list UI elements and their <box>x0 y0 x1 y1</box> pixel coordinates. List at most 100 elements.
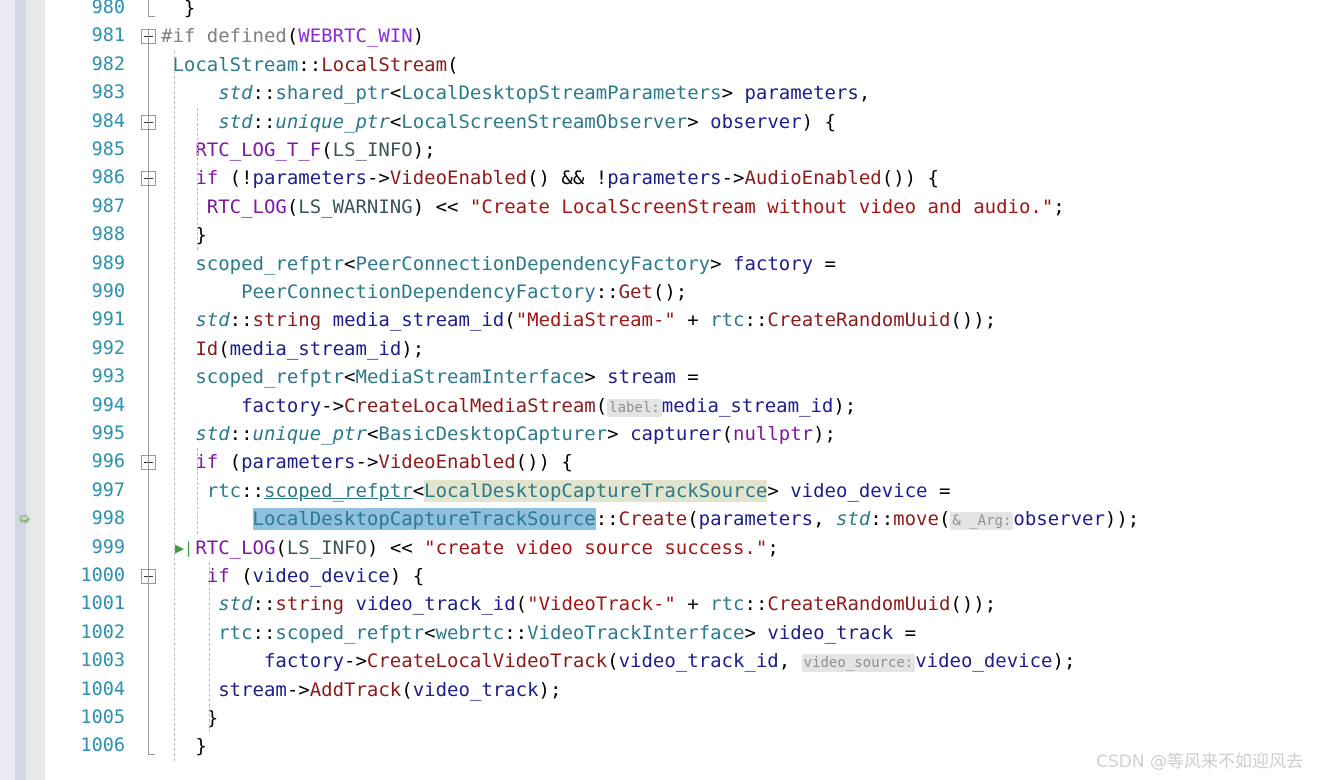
code-token: parameters <box>252 167 367 190</box>
code-token: ); <box>401 337 425 360</box>
code-line[interactable]: PeerConnectionDependencyFactory::Get(); <box>161 278 687 306</box>
code-token: if <box>206 565 230 587</box>
code-token: VideoEnabled <box>378 451 516 474</box>
code-line[interactable]: scoped_refptr<PeerConnectionDependencyFa… <box>161 250 836 278</box>
code-token: nullptr <box>733 423 814 445</box>
code-line[interactable]: RTC_LOG(LS_WARNING) << "Create LocalScre… <box>161 193 1065 221</box>
code-token: ( <box>447 53 459 76</box>
code-line[interactable]: rtc::scoped_refptr<LocalDesktopCaptureTr… <box>161 477 950 505</box>
code-line[interactable]: #if defined(WEBRTC_WIN) <box>161 22 424 50</box>
code-content-area[interactable]: } #if defined(WEBRTC_WIN) LocalStream::Lo… <box>161 0 1319 780</box>
code-token: scoped_refptr <box>195 366 345 389</box>
code-token: #if defined <box>161 25 287 48</box>
code-token: } <box>161 0 196 19</box>
run-to-cursor-icon[interactable]: ▶| <box>175 534 193 562</box>
code-token: :: <box>504 621 528 644</box>
line-number: 986 <box>91 167 125 189</box>
code-token: "VideoTrack-" <box>527 593 676 616</box>
code-token: CreateRandomUuid <box>767 309 951 332</box>
code-token: > <box>710 252 733 275</box>
code-line[interactable]: } <box>161 221 206 249</box>
code-token: + <box>675 593 711 616</box>
code-line[interactable]: RTC_LOG(LS_INFO) << "create video source… <box>161 534 778 562</box>
code-line[interactable]: std::shared_ptr<LocalDesktopStreamParame… <box>161 79 870 107</box>
code-line[interactable]: if (!parameters->VideoEnabled() && !para… <box>161 164 939 192</box>
code-token: VideoTrackInterface <box>527 621 745 644</box>
code-token: scoped_refptr <box>275 621 425 644</box>
code-token: Id <box>195 337 219 360</box>
line-number: 991 <box>91 309 125 331</box>
code-token: :: <box>595 281 619 303</box>
code-line[interactable]: scoped_refptr<MediaStreamInterface> stre… <box>161 363 698 391</box>
indent-guide <box>208 562 210 733</box>
code-token: :: <box>744 593 768 616</box>
line-number: 980 <box>91 0 125 18</box>
code-token: media_stream_id <box>332 309 505 332</box>
code-line[interactable]: std::string media_stream_id("MediaStream… <box>161 306 996 334</box>
code-folding-gutter[interactable] <box>137 0 161 780</box>
code-token: media_stream_id <box>661 394 834 417</box>
bookmark-arrow-icon[interactable]: ➭ <box>14 508 36 530</box>
code-token: ( <box>401 678 413 701</box>
code-token: video_track <box>767 621 894 644</box>
code-line[interactable]: std::unique_ptr<LocalScreenStreamObserve… <box>161 108 836 136</box>
code-token: ( <box>607 650 619 673</box>
code-line[interactable]: factory->CreateLocalVideoTrack(video_tra… <box>161 647 1075 675</box>
code-token: -> <box>366 167 390 190</box>
code-token: stream <box>218 678 287 701</box>
code-token: WEBRTC_WIN <box>298 25 413 48</box>
code-line[interactable]: } <box>161 0 195 22</box>
code-token: ); <box>412 139 436 161</box>
code-line[interactable]: std::string video_track_id("VideoTrack-"… <box>161 590 996 618</box>
code-token: = <box>927 479 951 502</box>
code-token: string <box>252 309 322 332</box>
line-number: 996 <box>91 451 125 473</box>
code-token: ) <box>412 25 425 48</box>
code-line[interactable]: factory->CreateLocalMediaStream(label: me… <box>161 392 856 420</box>
line-number: 1001 <box>80 593 125 615</box>
code-editor[interactable]: 980 981 982 983 984 985 986 987 988 989 990 991 992 9… <box>0 0 1319 780</box>
indent-guide <box>174 50 176 761</box>
code-token: string <box>275 593 345 616</box>
code-token: ( <box>504 309 516 332</box>
code-line[interactable]: } <box>161 732 206 760</box>
code-token: -> <box>355 451 379 474</box>
code-line[interactable]: LocalStream::LocalStream( <box>161 51 458 79</box>
code-line[interactable]: LocalDesktopCaptureTrackSource::Create(p… <box>161 505 1139 533</box>
code-line[interactable]: stream->AddTrack(video_track); <box>161 676 561 704</box>
code-token: -> <box>286 678 310 701</box>
code-token: :: <box>744 309 768 332</box>
code-line[interactable]: if (video_device) { <box>161 562 424 590</box>
code-line[interactable]: RTC_LOG_T_F(LS_INFO); <box>161 136 436 164</box>
code-token: Get <box>618 281 653 303</box>
code-token: :: <box>241 479 264 502</box>
code-token: video_track <box>412 678 539 701</box>
code-line[interactable]: rtc::scoped_refptr<webrtc::VideoTrackInt… <box>161 619 916 647</box>
editor-annotation-gutter[interactable] <box>26 0 45 780</box>
code-token: ( <box>229 565 253 587</box>
code-token: parameters <box>241 451 356 474</box>
code-token: ( <box>275 536 287 559</box>
code-token: scoped_refptr <box>195 252 345 275</box>
code-token: = <box>813 252 836 275</box>
code-line[interactable]: std::unique_ptr<BasicDesktopCapturer> ca… <box>161 420 836 448</box>
code-token: CreateLocalMediaStream <box>344 394 596 417</box>
code-line[interactable]: if (parameters->VideoEnabled()) { <box>161 448 573 476</box>
code-line[interactable]: Id(media_stream_id); <box>161 335 424 363</box>
line-number: 1003 <box>80 650 125 672</box>
code-token: parameters <box>698 508 814 531</box>
code-token: ( <box>321 139 333 161</box>
code-token: move <box>893 508 939 531</box>
fold-guide-main <box>148 29 149 755</box>
line-number: 990 <box>91 281 125 302</box>
code-token: video_device <box>252 565 390 587</box>
code-token: ); <box>538 678 562 701</box>
code-token: std <box>218 110 253 133</box>
